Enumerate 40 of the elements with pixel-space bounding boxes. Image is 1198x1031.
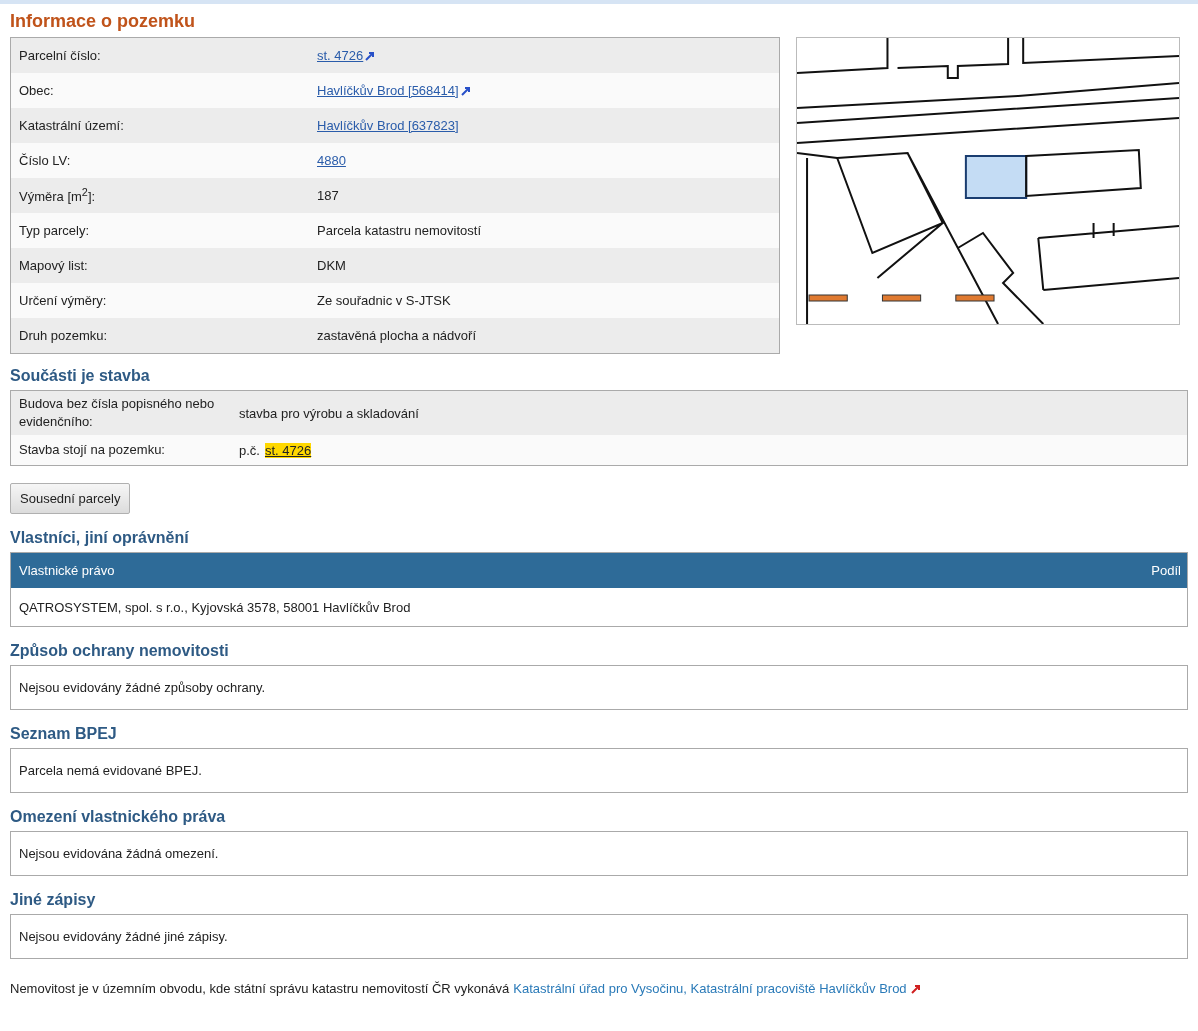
field-value: zastavěná plocha a nádvoří	[317, 328, 476, 343]
footer-text: Nemovitost je v územním obvodu, kde státní správu katastru nemovitostí ČR vykonává	[10, 981, 510, 996]
field-label: Budova bez čísla popisného nebo evidenčního:	[18, 395, 216, 431]
field-label: Stavba stojí na pozemku:	[18, 441, 166, 459]
field-link[interactable]: st. 4726	[317, 48, 364, 63]
field-link[interactable]: Havlíčkův Brod [568414]	[317, 83, 459, 98]
owner-cell: QATROSYSTEM, spol. s r.o., Kyjovská 3578, 58001 Havlíčkův Brod	[19, 599, 411, 615]
field-value: Parcela katastru nemovitostí	[317, 223, 482, 238]
section-text: Nejsou evidována žádná omezení.	[19, 846, 219, 861]
field-label: Určení výměry:	[18, 293, 108, 308]
column-header: Vlastnické právo	[19, 563, 115, 578]
field-link[interactable]: 4880	[317, 153, 346, 168]
section-title: Vlastníci, jiní oprávnění	[10, 528, 190, 548]
field-value: stavba pro výrobu a skladování	[239, 405, 419, 421]
field-label: Mapový list:	[18, 258, 89, 273]
parcel-link[interactable]: st. 4726	[264, 442, 312, 458]
field-label: Druh pozemku:	[18, 328, 109, 343]
section-title: Součásti je stavba	[10, 366, 151, 386]
section-text: Nejsou evidovány žádné způsoby ochrany.	[19, 680, 266, 695]
section-text: Parcela nemá evidované BPEJ.	[19, 763, 202, 778]
section-title: Omezení vlastnického práva	[10, 807, 227, 827]
field-label: Typ parcely:	[18, 223, 91, 238]
office-link[interactable]: Katastrální úřad pro Vysočinu, Katastrální pracoviště Havlíčkův Brod	[513, 981, 907, 996]
field-value: p.č.	[239, 442, 260, 458]
field-value: Ze souřadnic v S-JTSK	[317, 293, 451, 308]
section-text: Nejsou evidovány žádné jiné zápisy.	[19, 929, 228, 944]
field-value: 187	[317, 188, 339, 203]
field-label: Číslo LV:	[18, 153, 72, 168]
field-label: Parcelní číslo:	[18, 48, 102, 63]
field-label: Výměra [m$^{2}$]:	[18, 186, 97, 205]
field-label: Obec:	[18, 83, 55, 98]
neighbours-button[interactable]: Sousední parcely	[10, 483, 131, 514]
section-title: Jiné zápisy	[10, 890, 97, 910]
section-title: Způsob ochrany nemovitosti	[10, 641, 230, 661]
field-link[interactable]: Havlíčkův Brod [637823]	[317, 118, 459, 133]
page-title: Informace o pozemku	[10, 10, 197, 32]
column-header: Podíl	[1151, 563, 1181, 578]
field-value: DKM	[317, 258, 346, 273]
field-label: Katastrální území:	[18, 118, 125, 133]
section-title: Seznam BPEJ	[10, 724, 118, 744]
